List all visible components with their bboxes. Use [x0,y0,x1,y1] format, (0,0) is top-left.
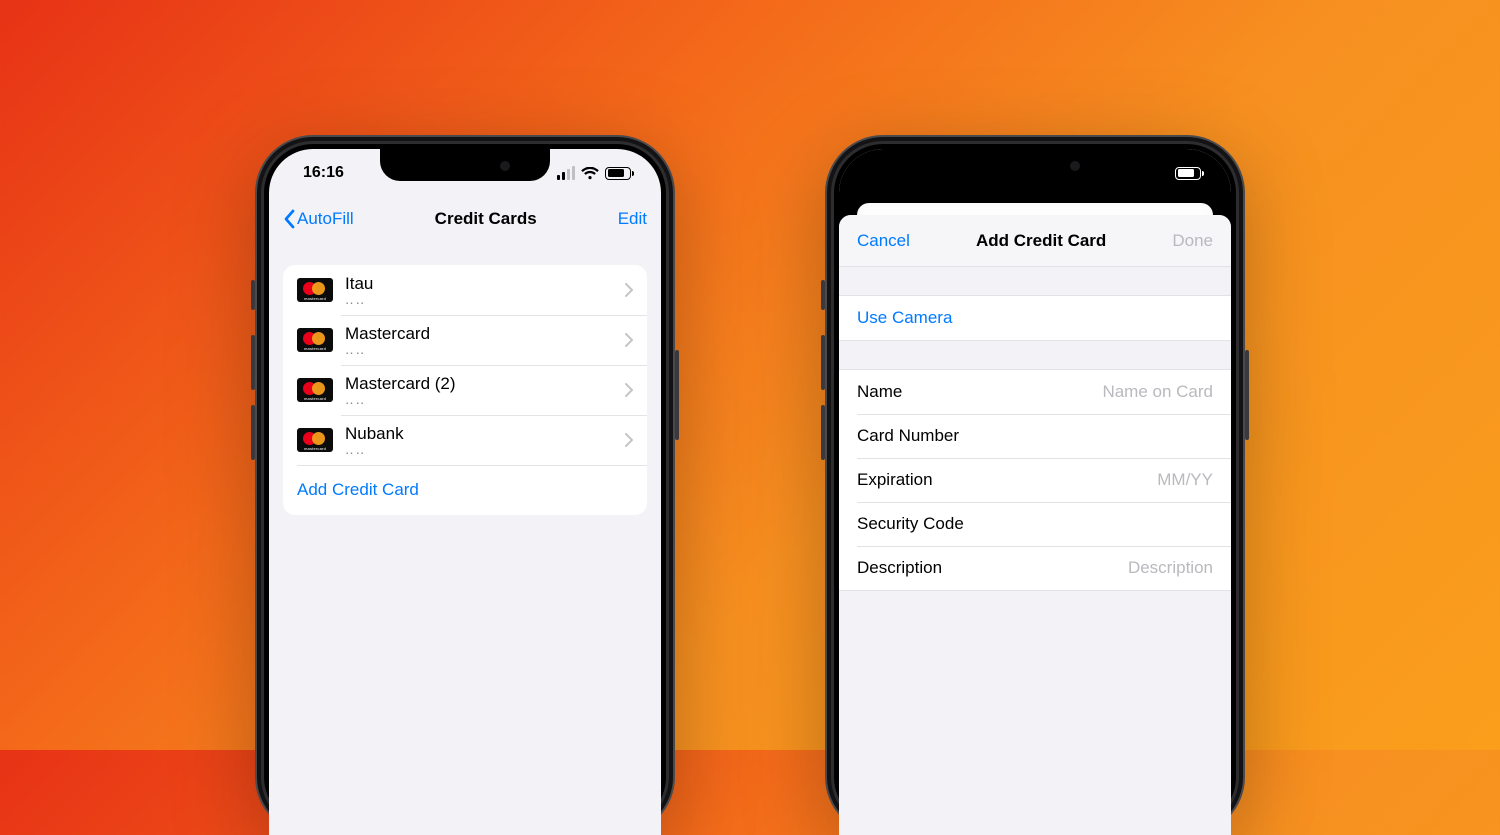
card-form-group: Name Name on Card Card Number Expiration… [839,369,1231,591]
description-label: Description [857,558,942,578]
battery-icon [1175,167,1201,180]
card-name: Mastercard [345,324,625,344]
card-name: Nubank [345,424,625,444]
expiration-field[interactable]: Expiration MM/YY [839,458,1231,502]
back-label: AutoFill [297,209,354,229]
chevron-right-icon [625,283,633,297]
notch [380,149,550,181]
wifi-icon [581,167,599,180]
sheet-title: Add Credit Card [976,231,1106,251]
phone-left: 16:16 AutoFill Credit Cards Edit [255,135,675,835]
description-placeholder: Description [1128,558,1213,578]
card-mask: ‥‥ [345,443,625,456]
card-row[interactable]: mastercard Mastercard ‥‥ [283,315,647,365]
card-number-field[interactable]: Card Number [839,414,1231,458]
status-time: 16:16 [303,164,344,182]
mastercard-icon: mastercard [297,378,333,402]
cellular-icon [557,166,575,180]
expiration-placeholder: MM/YY [1157,470,1213,490]
card-row[interactable]: mastercard Itau ‥‥ [283,265,647,315]
card-mask: ‥‥ [345,293,625,306]
chevron-right-icon [625,333,633,347]
security-code-field[interactable]: Security Code [839,502,1231,546]
cancel-button[interactable]: Cancel [857,231,910,251]
card-row[interactable]: mastercard Nubank ‥‥ [283,415,647,465]
credit-cards-list: mastercard Itau ‥‥ mastercard Mastercard… [283,265,647,515]
expiration-label: Expiration [857,470,933,490]
chevron-right-icon [625,383,633,397]
security-code-label: Security Code [857,514,964,534]
card-row[interactable]: mastercard Mastercard (2) ‥‥ [283,365,647,415]
add-card-sheet: Cancel Add Credit Card Done Use Camera N… [839,215,1231,835]
mastercard-icon: mastercard [297,278,333,302]
card-number-label: Card Number [857,426,959,446]
chevron-right-icon [625,433,633,447]
name-field[interactable]: Name Name on Card [839,370,1231,414]
add-credit-card-label: Add Credit Card [297,480,419,500]
use-camera-group: Use Camera [839,295,1231,341]
card-mask: ‥‥ [345,343,625,356]
sheet-nav: Cancel Add Credit Card Done [839,215,1231,267]
card-name: Mastercard (2) [345,374,625,394]
done-button[interactable]: Done [1172,231,1213,251]
add-credit-card-button[interactable]: Add Credit Card [283,465,647,515]
back-button[interactable]: AutoFill [283,209,354,229]
mastercard-icon: mastercard [297,328,333,352]
card-mask: ‥‥ [345,393,625,406]
mastercard-icon: mastercard [297,428,333,452]
battery-icon [605,167,631,180]
chevron-left-icon [283,209,295,229]
name-placeholder: Name on Card [1102,382,1213,402]
use-camera-label: Use Camera [857,308,952,328]
nav-bar: AutoFill Credit Cards Edit [269,197,661,241]
card-name: Itau [345,274,625,294]
edit-button[interactable]: Edit [618,209,647,229]
page-title: Credit Cards [435,209,537,229]
name-label: Name [857,382,902,402]
notch [950,149,1120,181]
use-camera-button[interactable]: Use Camera [839,296,1231,340]
description-field[interactable]: Description Description [839,546,1231,590]
phone-right: 16:16 Cancel Add Credit Card Done [825,135,1245,835]
